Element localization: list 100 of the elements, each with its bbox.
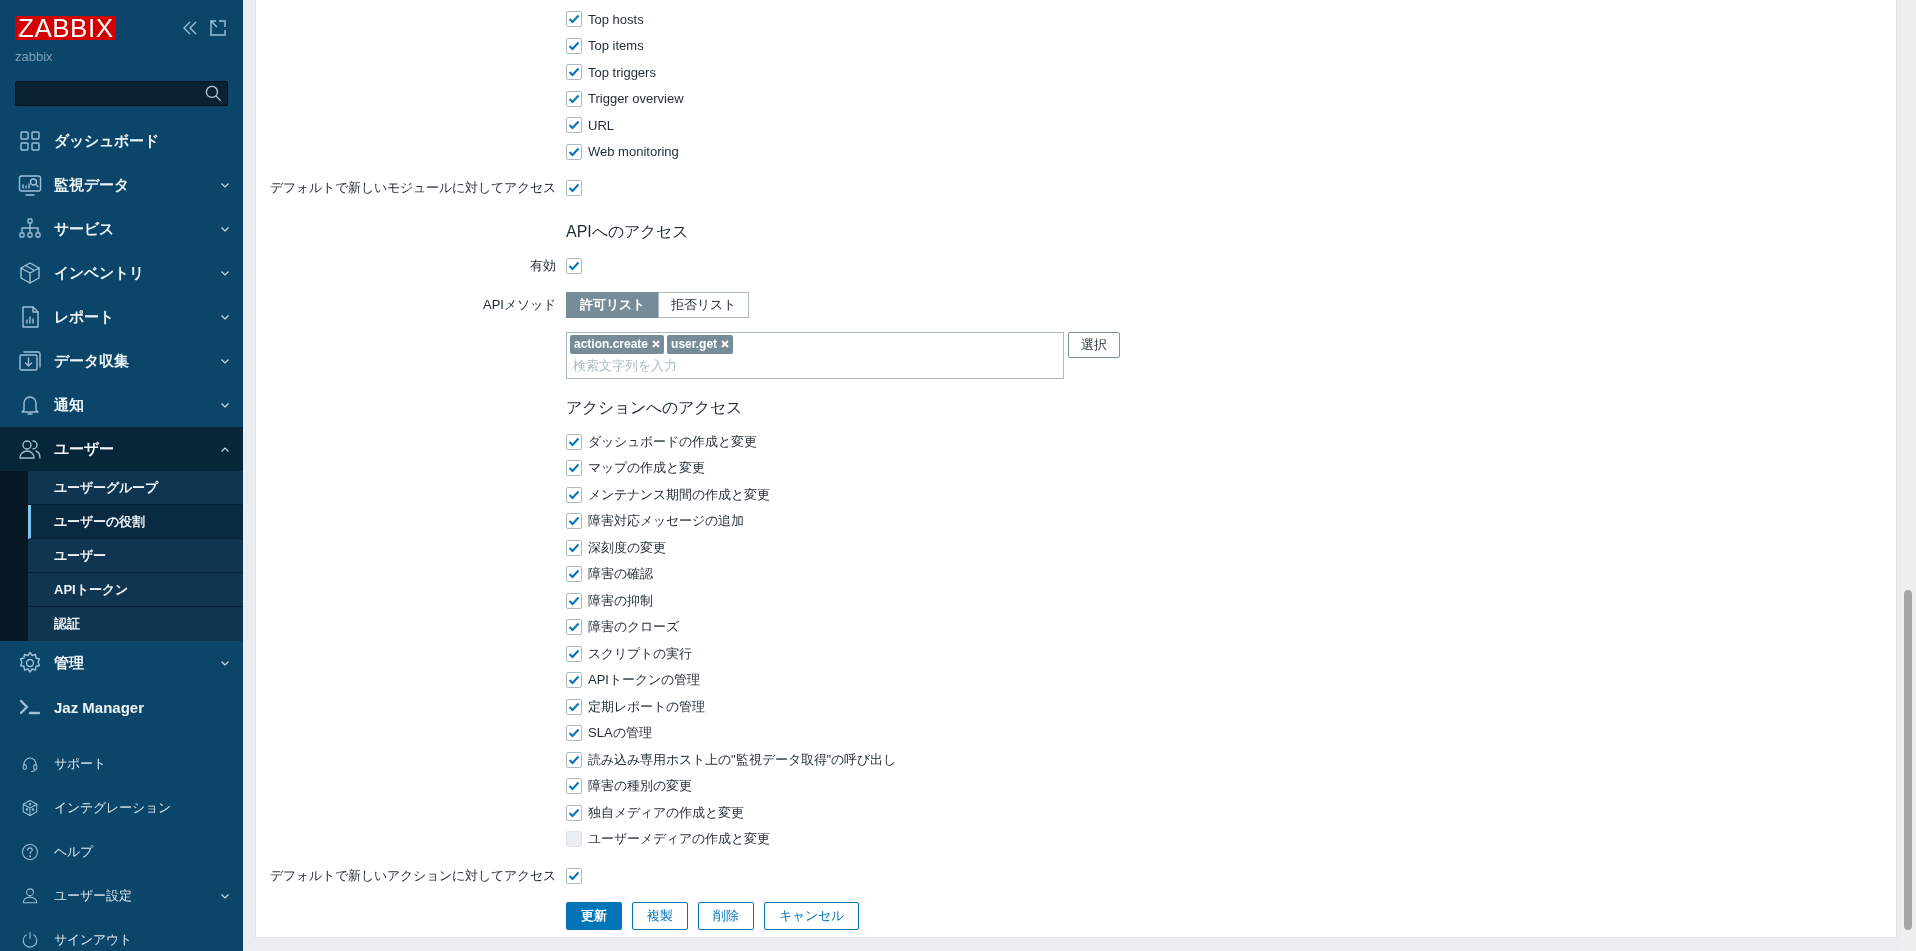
- checkbox[interactable]: [566, 433, 582, 450]
- users-icon: [18, 437, 42, 461]
- section-heading: アクションへのアクセス: [566, 398, 742, 418]
- checkbox[interactable]: [566, 566, 582, 583]
- menu-item[interactable]: データ収集: [0, 339, 243, 383]
- field-label: デフォルトで新しいモジュールに対してアクセス: [270, 180, 556, 196]
- checkbox-label[interactable]: 障害の種別の変更: [588, 777, 692, 796]
- menu-item[interactable]: レポート: [0, 295, 243, 339]
- checkbox[interactable]: [566, 64, 582, 81]
- checkbox-label[interactable]: APIトークンの管理: [588, 671, 700, 690]
- power-icon: [21, 931, 39, 949]
- checkbox[interactable]: [566, 117, 582, 134]
- checkbox[interactable]: [566, 698, 582, 715]
- logo[interactable]: ZABBIX: [15, 16, 117, 40]
- gear-icon: [18, 651, 42, 675]
- checkbox-label[interactable]: SLAの管理: [588, 724, 652, 743]
- scrollbar[interactable]: [1900, 0, 1916, 951]
- chevron-down-icon: [221, 402, 229, 408]
- checkbox[interactable]: [566, 619, 582, 636]
- checkbox[interactable]: [566, 143, 582, 160]
- checkbox-label[interactable]: Trigger overview: [588, 91, 684, 107]
- menu-item[interactable]: 監視データ: [0, 163, 243, 207]
- checkbox-label[interactable]: マップの作成と変更: [588, 459, 705, 478]
- checkbox-label[interactable]: 独自メディアの作成と変更: [588, 803, 744, 822]
- checkbox-label[interactable]: 障害の確認: [588, 565, 653, 584]
- user-icon: [21, 887, 39, 905]
- field-label: 有効: [530, 257, 556, 273]
- chevron-down-icon: [221, 270, 229, 276]
- checkbox[interactable]: [566, 751, 582, 768]
- checkbox-label[interactable]: Top items: [588, 38, 644, 54]
- submenu-item[interactable]: 認証: [28, 607, 243, 641]
- cube-icon: [21, 799, 39, 817]
- secondary-button[interactable]: キャンセル: [764, 902, 859, 930]
- secondary-button[interactable]: 削除: [698, 902, 754, 930]
- menu-item[interactable]: サインアウト: [0, 918, 243, 951]
- checkbox[interactable]: [566, 90, 582, 107]
- checkbox[interactable]: [566, 486, 582, 503]
- checkbox-label[interactable]: 深刻度の変更: [588, 538, 666, 557]
- menu-item[interactable]: インテグレーション: [0, 786, 243, 830]
- checkbox[interactable]: [566, 725, 582, 742]
- menu-item[interactable]: 管理: [0, 641, 243, 685]
- tag-text: user.get: [671, 337, 718, 351]
- grid-icon: [18, 129, 42, 153]
- corner-arrow-icon[interactable]: [210, 20, 226, 36]
- search-field[interactable]: [15, 81, 228, 106]
- headset-icon: [21, 755, 39, 773]
- tag-text: action.create: [574, 337, 649, 351]
- checkbox[interactable]: [566, 592, 582, 609]
- submenu-item[interactable]: ユーザー: [28, 539, 243, 573]
- close-icon[interactable]: [721, 340, 730, 348]
- segment-button[interactable]: 拒否リスト: [658, 292, 749, 319]
- checkbox[interactable]: [566, 37, 582, 54]
- checkbox[interactable]: [566, 460, 582, 477]
- submenu-item[interactable]: ユーザーグループ: [28, 471, 243, 505]
- field-label: デフォルトで新しいアクションに対してアクセス: [270, 867, 556, 883]
- menu-item[interactable]: インベントリ: [0, 251, 243, 295]
- checkbox-label[interactable]: メンテナンス期間の作成と変更: [588, 485, 770, 504]
- menu-item[interactable]: ダッシュボード: [0, 119, 243, 163]
- checkbox-label[interactable]: URL: [588, 117, 614, 133]
- checkbox-label[interactable]: Web monitoring: [588, 144, 679, 160]
- submenu-item[interactable]: APIトークン: [28, 573, 243, 607]
- checkbox[interactable]: [566, 513, 582, 530]
- field-label: APIメソッド: [483, 297, 556, 313]
- checkbox-label[interactable]: Top hosts: [588, 11, 644, 27]
- chevron-down-icon: [221, 660, 229, 666]
- checkbox-label[interactable]: スクリプトの実行: [588, 644, 692, 663]
- menu-item[interactable]: 通知: [0, 383, 243, 427]
- checkbox[interactable]: [566, 778, 582, 795]
- double-chevron-icon[interactable]: [182, 21, 198, 35]
- checkbox-label[interactable]: 障害の抑制: [588, 591, 653, 610]
- submenu-item[interactable]: ユーザーの役割: [28, 505, 243, 539]
- secondary-button[interactable]: 複製: [632, 902, 688, 930]
- checkbox[interactable]: [566, 257, 582, 274]
- menu-item[interactable]: Jaz Manager: [0, 685, 243, 729]
- menu-item[interactable]: ヘルプ: [0, 830, 243, 874]
- select-button[interactable]: 選択: [1068, 331, 1120, 358]
- chevron-down-icon: [221, 182, 229, 188]
- checkbox-label[interactable]: Top triggers: [588, 64, 656, 80]
- menu-item[interactable]: ユーザー: [0, 427, 243, 471]
- checkbox[interactable]: [566, 867, 582, 884]
- checkbox-label[interactable]: 障害対応メッセージの追加: [588, 512, 744, 531]
- close-icon[interactable]: [652, 340, 661, 348]
- cube-icon: [18, 261, 42, 285]
- menu-item[interactable]: サービス: [0, 207, 243, 251]
- checkbox[interactable]: [566, 539, 582, 556]
- section-heading: APIへのアクセス: [566, 222, 688, 242]
- menu-item[interactable]: サポート: [0, 742, 243, 786]
- checkbox[interactable]: [566, 645, 582, 662]
- checkbox[interactable]: [566, 804, 582, 821]
- chevron-down-icon: [221, 314, 229, 320]
- checkbox[interactable]: [566, 180, 582, 197]
- checkbox[interactable]: [566, 11, 582, 28]
- checkbox-label[interactable]: 定期レポートの管理: [588, 697, 705, 716]
- checkbox-label[interactable]: 読み込み専用ホスト上の"監視データ取得"の呼び出し: [588, 750, 897, 769]
- menu-item[interactable]: ユーザー設定: [0, 874, 243, 918]
- chevron-up-icon: [221, 446, 229, 452]
- checkbox[interactable]: [566, 672, 582, 689]
- primary-button[interactable]: 更新: [566, 902, 622, 930]
- checkbox-label[interactable]: ダッシュボードの作成と変更: [588, 432, 757, 451]
- checkbox-label[interactable]: 障害のクローズ: [588, 618, 679, 637]
